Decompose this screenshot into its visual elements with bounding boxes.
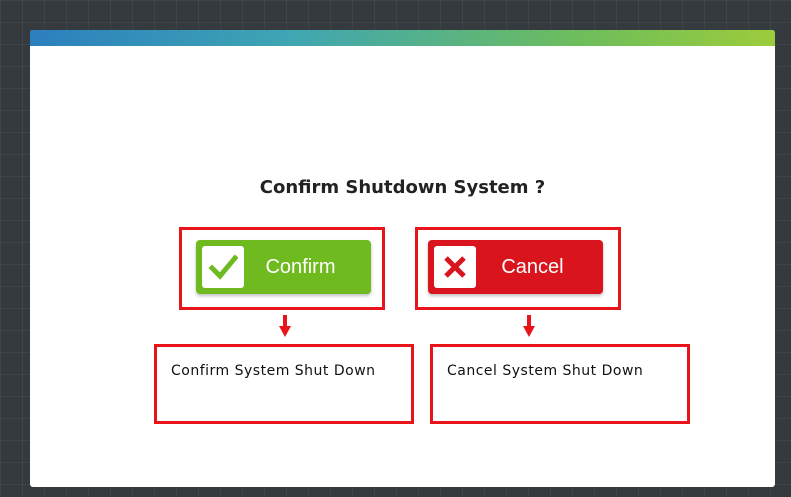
arrow-down-icon bbox=[523, 315, 535, 337]
check-icon bbox=[202, 246, 244, 288]
cancel-button-label: Cancel bbox=[501, 255, 564, 278]
close-icon bbox=[434, 246, 476, 288]
confirm-annotation: Confirm System Shut Down bbox=[154, 344, 414, 424]
cancel-button[interactable]: Cancel bbox=[428, 240, 603, 294]
cancel-annotation: Cancel System Shut Down bbox=[430, 344, 690, 424]
confirm-button-label: Confirm bbox=[265, 255, 336, 278]
arrow-down-icon bbox=[279, 315, 291, 337]
shutdown-dialog: Confirm Shutdown System ? Confirm Cancel… bbox=[30, 30, 775, 487]
dialog-gradient-header bbox=[30, 30, 775, 46]
dialog-title: Confirm Shutdown System ? bbox=[259, 177, 546, 198]
confirm-button[interactable]: Confirm bbox=[196, 240, 371, 294]
